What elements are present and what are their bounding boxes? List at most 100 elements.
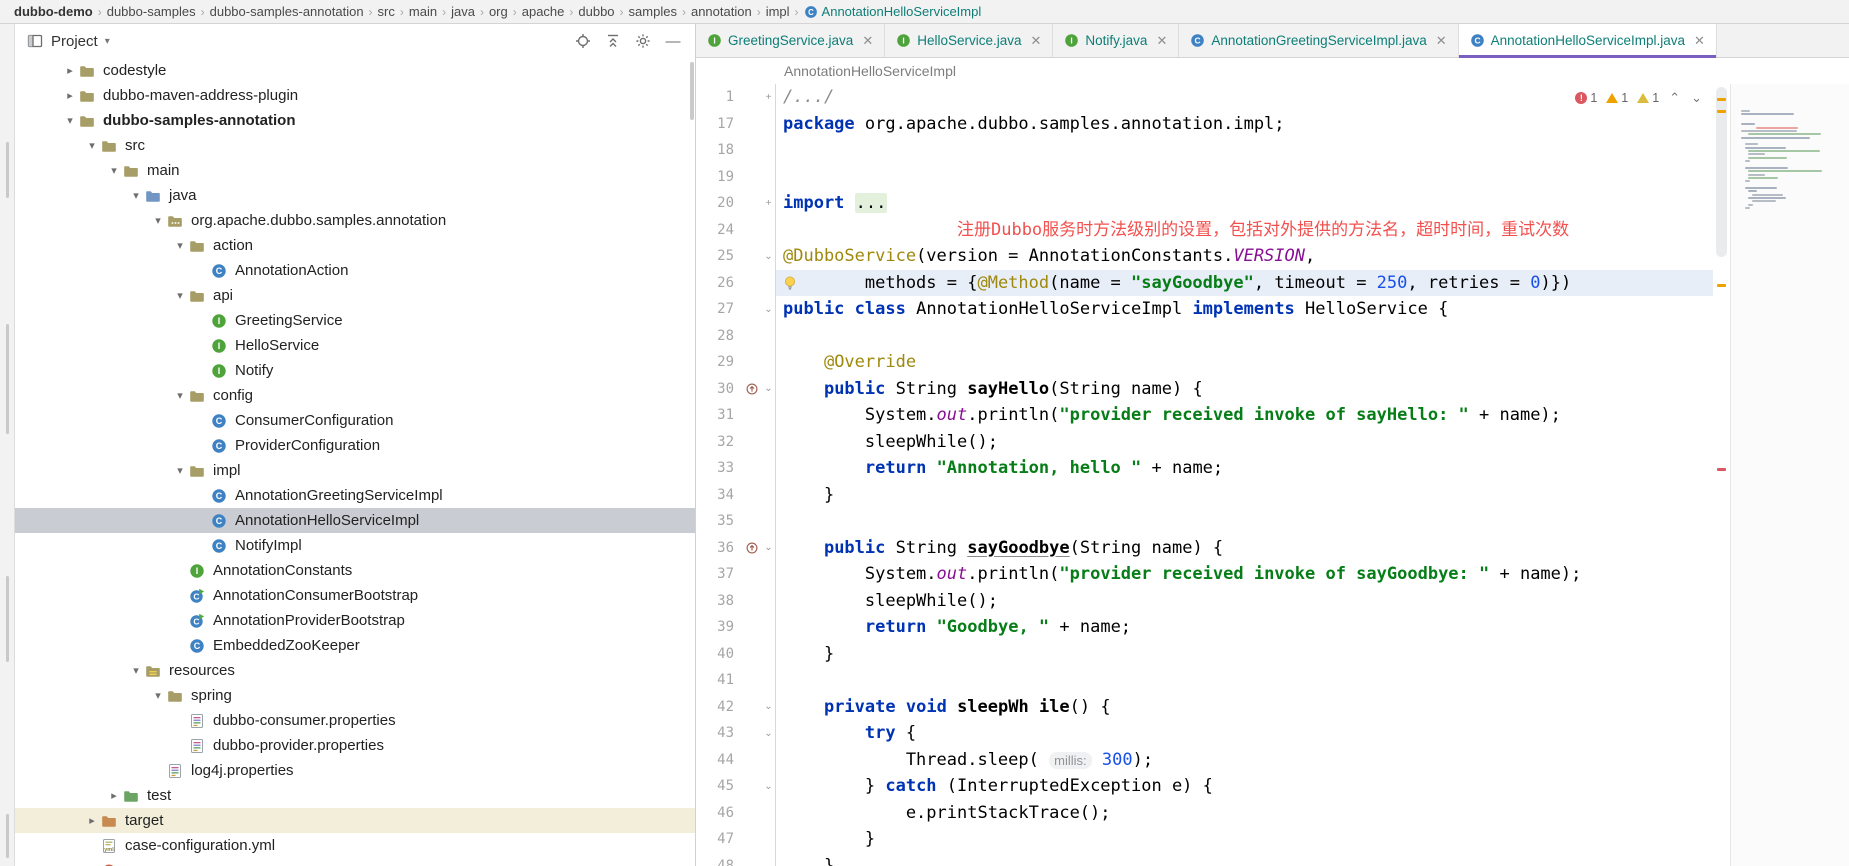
nav-breadcrumb-item[interactable]: samples [629,4,677,19]
code-line[interactable]: } [776,641,1713,668]
code-line[interactable]: } catch (InterruptedException e) { [776,773,1713,800]
tree-item[interactable]: C NotifyImpl [15,533,695,558]
tree-item[interactable]: ▾ main [15,158,695,183]
code-line[interactable]: public String sayGoodbye(String name) { [776,535,1713,562]
line-number[interactable]: 43 [696,725,742,741]
line-number[interactable]: 17 [696,116,742,132]
chevron-down-icon[interactable]: ▾ [171,464,189,477]
tree-item[interactable]: ▾ org.apache.dubbo.samples.annotation [15,208,695,233]
tree-item[interactable]: I AnnotationConstants [15,558,695,583]
line-number[interactable]: 40 [696,646,742,662]
code-line[interactable]: @DubboService(version = AnnotationConsta… [776,243,1713,270]
line-number[interactable]: 33 [696,460,742,476]
line-number[interactable]: 39 [696,619,742,635]
warning-count[interactable]: 1 [1606,91,1628,105]
line-number[interactable]: 25 [696,248,742,264]
settings-gear-icon[interactable] [631,29,655,53]
tree-item[interactable]: C EmbeddedZooKeeper [15,633,695,658]
code-line[interactable]: methods = {@Method(name = "sayGoodbye", … [776,269,1713,296]
tab-close-icon[interactable]: ✕ [862,33,873,49]
chevron-right-icon[interactable]: ▸ [105,789,123,802]
chevron-right-icon[interactable]: ▸ [61,89,79,102]
editor-tab[interactable]: C AnnotationGreetingServiceImpl.java ✕ [1179,24,1459,57]
code-line[interactable]: return "Goodbye, " + name; [776,614,1713,641]
tree-item[interactable]: ▾ config [15,383,695,408]
tree-item[interactable]: ▾ java [15,183,695,208]
chevron-down-icon[interactable]: ▾ [149,214,167,227]
fold-expanded-icon[interactable]: ⌄ [762,534,776,561]
tree-item[interactable]: dubbo-consumer.properties [15,708,695,733]
fold-expanded-icon[interactable]: ⌄ [762,375,776,402]
tree-item[interactable]: C AnnotationHelloServiceImpl [15,508,695,533]
tree-item[interactable]: I Notify [15,358,695,383]
code-line[interactable]: public class AnnotationHelloServiceImpl … [776,296,1713,323]
warning-stripe-mark[interactable] [1717,110,1726,113]
code-line[interactable]: private void sleepWh ile() { [776,694,1713,721]
warning-stripe-mark[interactable] [1717,98,1726,101]
line-number[interactable]: 1 [696,89,742,105]
chevron-down-icon[interactable]: ▾ [127,664,145,677]
line-number[interactable]: 37 [696,566,742,582]
code-line[interactable]: return "Annotation, hello " + name; [776,455,1713,482]
code-line[interactable]: try { [776,720,1713,747]
line-number[interactable]: 47 [696,831,742,847]
line-number[interactable]: 18 [696,142,742,158]
tab-close-icon[interactable]: ✕ [1156,33,1167,49]
intention-bulb-icon[interactable] [782,275,798,291]
nav-breadcrumb-item[interactable]: dubbo-samples [107,4,196,19]
code-line[interactable]: Thread.sleep( millis: 300); [776,747,1713,774]
fold-collapsed-icon[interactable]: + [762,190,776,217]
tree-item[interactable]: yml case-configuration.yml [15,833,695,858]
nav-breadcrumb-item[interactable]: dubbo-samples-annotation [210,4,364,19]
line-number[interactable]: 24 [696,222,742,238]
nav-breadcrumb-item[interactable]: main [409,4,437,19]
nav-breadcrumb-item[interactable]: impl [766,4,790,19]
next-problem-button[interactable]: ⌄ [1690,91,1703,104]
tree-item[interactable]: C AnnotationAction [15,258,695,283]
chevron-right-icon[interactable]: ▸ [61,64,79,77]
line-number[interactable]: 46 [696,805,742,821]
editor-tab[interactable]: I GreetingService.java ✕ [696,24,886,57]
implements-method-icon[interactable] [742,382,762,396]
code-line[interactable]: } [776,853,1713,866]
chevron-down-icon[interactable]: ▾ [171,389,189,402]
line-number[interactable]: 35 [696,513,742,529]
weak-warning-count[interactable]: 1 [1637,91,1659,105]
tree-item[interactable]: dubbo-provider.properties [15,733,695,758]
error-count[interactable]: ! 1 [1575,91,1597,105]
code-line[interactable]: sleepWhile(); [776,588,1713,615]
chevron-down-icon[interactable]: ▾ [127,189,145,202]
line-number[interactable]: 28 [696,328,742,344]
line-number[interactable]: 31 [696,407,742,423]
line-number[interactable]: 27 [696,301,742,317]
tab-close-icon[interactable]: ✕ [1436,33,1447,49]
code-line[interactable]: } [776,482,1713,509]
fold-expanded-icon[interactable]: ⌄ [762,243,776,270]
chevron-down-icon[interactable]: ▾ [105,36,110,47]
tree-item[interactable]: I GreetingService [15,308,695,333]
locate-file-button[interactable] [571,29,595,53]
code-line[interactable] [776,137,1713,164]
nav-breadcrumb-item[interactable]: C AnnotationHelloServiceImpl [804,4,981,19]
tree-item[interactable]: ▾ dubbo-samples-annotation [15,108,695,133]
tree-item[interactable]: C AnnotationProviderBootstrap [15,608,695,633]
line-number[interactable]: 20 [696,195,742,211]
chevron-down-icon[interactable]: ▾ [171,289,189,302]
code-line[interactable]: public String sayHello(String name) { [776,376,1713,403]
editor-tab[interactable]: I Notify.java ✕ [1053,24,1180,57]
previous-problem-button[interactable]: ⌃ [1668,91,1681,104]
implements-method-icon[interactable] [742,541,762,555]
editor-breadcrumb[interactable]: AnnotationHelloServiceImpl [784,63,956,79]
line-number[interactable]: 26 [696,275,742,291]
code-line[interactable] [776,667,1713,694]
code-line[interactable]: } [776,826,1713,853]
tree-item[interactable]: I HelloService [15,333,695,358]
code-line[interactable]: System.out.println("provider received in… [776,402,1713,429]
code-line[interactable]: package org.apache.dubbo.samples.annotat… [776,111,1713,138]
tree-item[interactable]: ▸ codestyle [15,58,695,83]
line-number[interactable]: 30 [696,381,742,397]
collapse-all-button[interactable] [601,29,625,53]
warning-stripe-mark[interactable] [1717,284,1726,287]
fold-expanded-icon[interactable]: ⌄ [762,773,776,800]
code-line[interactable]: @Override [776,349,1713,376]
